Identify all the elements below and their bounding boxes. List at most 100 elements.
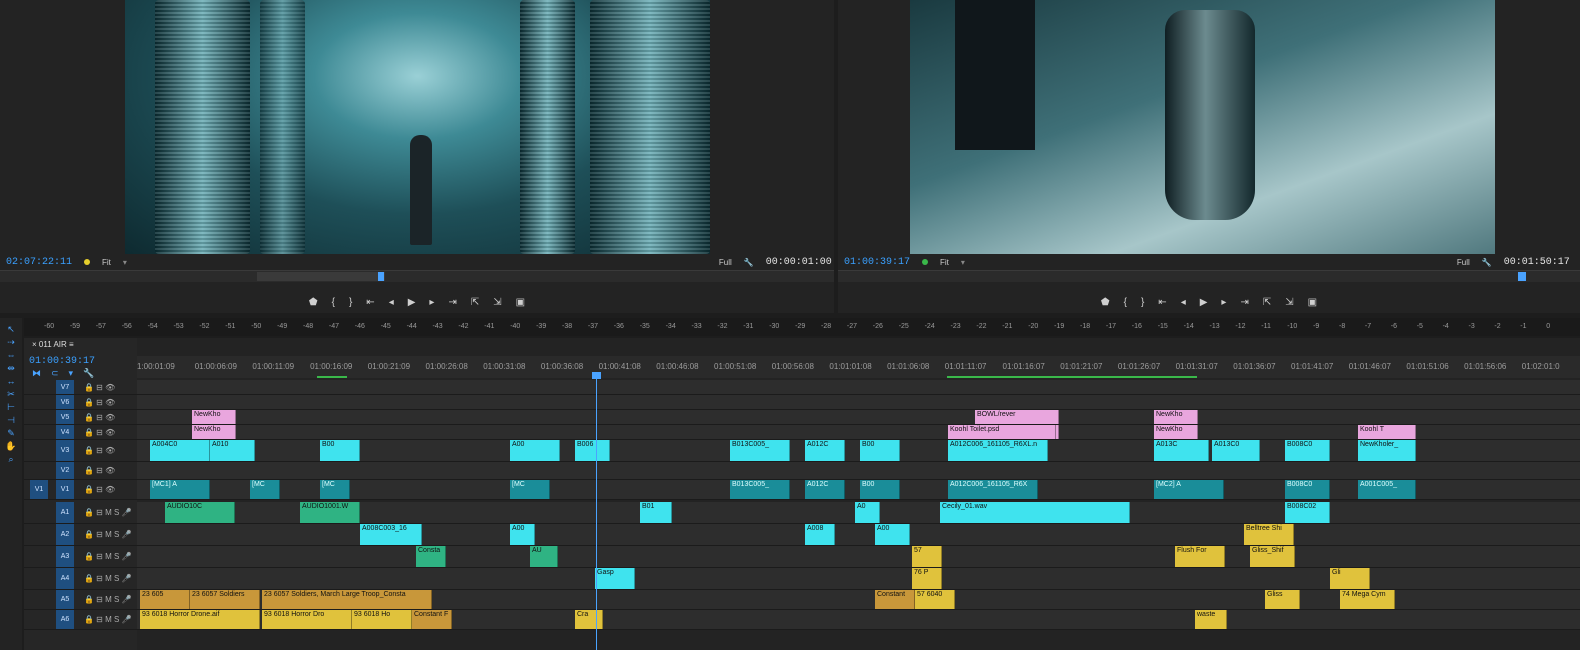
track-v6[interactable] <box>137 395 1580 410</box>
track-label[interactable]: V6 <box>56 395 74 409</box>
clip[interactable]: NewKholer_ <box>1358 440 1416 461</box>
overwrite-icon[interactable]: ⇲ <box>493 297 501 308</box>
track-select-icon[interactable]: ⇢ <box>0 337 22 350</box>
clip[interactable]: Koohl Toilet.psd <box>948 425 1056 439</box>
clip[interactable]: 23 6057 Soldiers <box>190 590 260 609</box>
current-time-indicator[interactable] <box>592 372 601 379</box>
clip[interactable]: waste <box>1195 610 1227 629</box>
source-scrub-bar[interactable] <box>0 270 834 282</box>
marker-icon[interactable]: ⬟ <box>1101 297 1110 308</box>
clip[interactable]: B013C005_ <box>730 440 790 461</box>
clip[interactable]: Cra <box>575 610 603 629</box>
clip[interactable]: B01 <box>640 502 672 523</box>
track-a1[interactable]: AUDIO10C AUDIO1001.W B01 A0 Cecily_01.wav B00… <box>137 502 1580 524</box>
rate-stretch-icon[interactable]: ↔ <box>0 376 22 389</box>
razor-icon[interactable]: ✂ <box>0 389 22 402</box>
track-a6[interactable]: 93 6018 Horror Drone.aif 93 6018 Horror D… <box>137 610 1580 630</box>
clip[interactable]: NewKho <box>192 410 236 424</box>
chevron-down-icon[interactable]: ▾ <box>123 258 127 267</box>
clip[interactable]: A0 <box>855 502 880 523</box>
clip[interactable]: B006 <box>575 440 610 461</box>
clip[interactable]: 93 6018 Horror Dro <box>262 610 352 629</box>
track-label[interactable]: A1 <box>56 502 74 523</box>
clip[interactable]: A008C003_16 <box>360 524 422 545</box>
track-label[interactable]: A2 <box>56 524 74 545</box>
step-forward-icon[interactable]: ▸ <box>1221 297 1226 308</box>
clip[interactable]: 57 6040 <box>915 590 955 609</box>
track-v7[interactable] <box>137 380 1580 395</box>
clip[interactable]: A00 <box>510 524 535 545</box>
chevron-down-icon[interactable]: ▾ <box>961 258 965 267</box>
clip[interactable]: AU <box>530 546 558 567</box>
clip[interactable]: [MC <box>320 480 350 499</box>
clip[interactable]: NewKho <box>192 425 236 439</box>
track-v2[interactable] <box>137 462 1580 480</box>
track-controls-icon[interactable]: 🔒 ⊟ M S 🎤 <box>84 530 132 539</box>
clip[interactable]: 76 P <box>912 568 942 589</box>
track-controls-icon[interactable]: 🔒 ⊟ M S 🎤 <box>84 552 132 561</box>
track-controls-icon[interactable]: 🔒 ⊟ 👁 <box>84 428 115 437</box>
clip[interactable]: 23 6057 Soldiers, March Large Troop_Cons… <box>262 590 432 609</box>
clip[interactable]: [MC <box>250 480 280 499</box>
go-to-in-icon[interactable]: ⇤ <box>366 297 374 308</box>
rolling-edit-icon[interactable]: ⇹ <box>0 363 22 376</box>
track-label[interactable]: A3 <box>56 546 74 567</box>
clip[interactable]: Belltree Shi <box>1244 524 1294 545</box>
clip[interactable]: B013C005_ <box>730 480 790 499</box>
clip[interactable]: B00 <box>860 440 900 461</box>
track-v4[interactable]: NewKhoREVERSE/revNewKhoKoohl Toilet.psdK… <box>137 425 1580 440</box>
step-back-icon[interactable]: ◂ <box>389 297 394 308</box>
clip[interactable]: Flush For <box>1175 546 1225 567</box>
export-frame-icon[interactable]: ▣ <box>516 297 525 308</box>
track-controls-icon[interactable]: 🔒 ⊟ 👁 <box>84 485 115 494</box>
slide-icon[interactable]: ⊣ <box>0 415 22 428</box>
clip[interactable]: A013C0 <box>1212 440 1260 461</box>
export-frame-icon[interactable]: ▣ <box>1308 297 1317 308</box>
lift-icon[interactable]: ⇱ <box>1263 297 1271 308</box>
clip[interactable]: AUDIO1001.W <box>300 502 360 523</box>
snap-icon[interactable]: ⧓ <box>32 368 41 379</box>
clip[interactable]: A012C006_161105_R6X <box>948 480 1038 499</box>
clip[interactable]: A004C0 <box>150 440 210 461</box>
step-back-icon[interactable]: ◂ <box>1181 297 1186 308</box>
hand-icon[interactable]: ✋ <box>0 441 22 454</box>
track-label[interactable]: A5 <box>56 590 74 609</box>
ripple-edit-icon[interactable]: ⇔ <box>0 350 22 363</box>
source-timecode[interactable]: 02:07:22:11 <box>6 257 72 268</box>
source-zoom-select[interactable]: Fit <box>102 258 111 267</box>
clip[interactable]: A008 <box>805 524 835 545</box>
marker-icon[interactable]: ⬟ <box>309 297 318 308</box>
source-playhead[interactable] <box>378 272 384 281</box>
clip[interactable]: 93 6018 Ho <box>352 610 412 629</box>
clip[interactable]: AUDIO10C <box>165 502 235 523</box>
clip[interactable]: A001C005_ <box>1358 480 1416 499</box>
track-a5[interactable]: 23 605 23 6057 Soldiers 23 6057 Soldiers, … <box>137 590 1580 610</box>
track-v1[interactable]: [MC1] A [MC [MC [MC B013C005_ A012C B00 A012C00… <box>137 480 1580 500</box>
track-controls-icon[interactable]: 🔒 ⊟ 👁 <box>84 446 115 455</box>
track-label[interactable]: A6 <box>56 610 74 629</box>
clip[interactable]: B008C0 <box>1285 480 1330 499</box>
clip[interactable]: NewKho <box>1154 425 1198 439</box>
clip[interactable]: Gliss_Shif <box>1250 546 1295 567</box>
track-label[interactable]: V1 <box>56 480 74 499</box>
clip[interactable]: B00 <box>860 480 900 499</box>
track-v5[interactable]: NewKho BOWL/rever NewKho <box>137 410 1580 425</box>
extract-icon[interactable]: ⇲ <box>1285 297 1293 308</box>
play-icon[interactable]: ▶ <box>1200 297 1208 308</box>
track-label[interactable]: V3 <box>56 440 74 461</box>
settings-icon[interactable]: 🔧 <box>83 368 94 379</box>
wrench-icon[interactable]: 🔧 <box>1482 258 1492 267</box>
program-playhead[interactable] <box>1518 272 1526 281</box>
mark-in-icon[interactable]: { <box>1124 297 1127 308</box>
sequence-tab[interactable]: × 011 AIR ≡ <box>32 340 74 349</box>
step-forward-icon[interactable]: ▸ <box>429 297 434 308</box>
insert-icon[interactable]: ⇱ <box>471 297 479 308</box>
clip[interactable]: Gasp <box>595 568 635 589</box>
clip[interactable]: A012C006_161105_R6XL.n <box>948 440 1048 461</box>
track-controls-icon[interactable]: 🔒 ⊟ M S 🎤 <box>84 574 132 583</box>
clip[interactable]: NewKho <box>1154 410 1198 424</box>
zoom-icon[interactable]: ⌕ <box>0 454 22 467</box>
track-controls-icon[interactable]: 🔒 ⊟ M S 🎤 <box>84 508 132 517</box>
track-label[interactable]: V5 <box>56 410 74 424</box>
go-to-out-icon[interactable]: ⇥ <box>448 297 456 308</box>
